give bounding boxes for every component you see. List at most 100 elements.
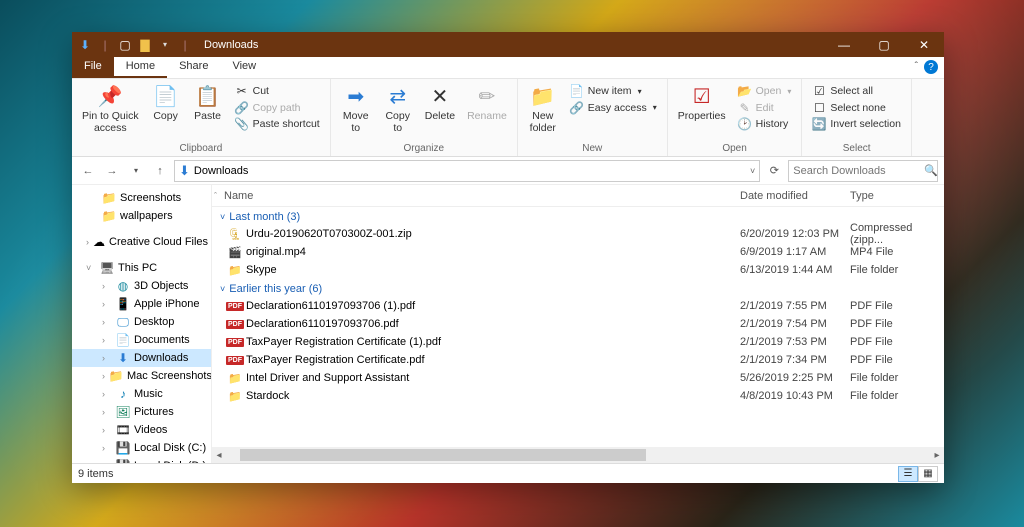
cut-button[interactable]: ✂Cut: [231, 83, 324, 100]
group-label: Earlier this year (6): [229, 283, 322, 295]
sidebar-item-this-pc[interactable]: ˅🖥This PC: [72, 259, 211, 277]
sidebar-item-label: Videos: [134, 424, 167, 436]
back-button[interactable]: ←: [78, 161, 98, 181]
file-row[interactable]: 🗜Urdu-20190620T070300Z-001.zip6/20/2019 …: [212, 225, 944, 243]
refresh-button[interactable]: ⟳: [764, 161, 784, 181]
file-row[interactable]: 📁Intel Driver and Support Assistant5/26/…: [212, 369, 944, 387]
column-header-date[interactable]: Date modified: [740, 190, 808, 202]
chevron-right-icon[interactable]: ›: [86, 237, 89, 247]
scroll-left-icon[interactable]: ◂: [212, 450, 226, 461]
sidebar-item-music[interactable]: ›♪Music: [72, 385, 211, 403]
rename-button[interactable]: ✏Rename: [463, 83, 511, 125]
forward-button[interactable]: →: [102, 161, 122, 181]
select-all-button[interactable]: ☑Select all: [808, 83, 905, 100]
chevron-down-icon[interactable]: ˅: [86, 263, 96, 273]
help-icon[interactable]: ?: [924, 60, 938, 74]
sidebar-item-wallpapers[interactable]: 📁wallpapers: [72, 207, 211, 225]
file-row[interactable]: 📁Skype6/13/2019 1:44 AMFile folder: [212, 261, 944, 279]
select-none-button[interactable]: ☐Select none: [808, 100, 905, 117]
sidebar-item-pictures[interactable]: ›🖼Pictures: [72, 403, 211, 421]
folder-qat-icon[interactable]: ▇: [138, 38, 152, 52]
history-button[interactable]: 🕑History: [734, 116, 796, 133]
details-view-button[interactable]: ☰: [898, 466, 918, 482]
new-item-button[interactable]: 📄New item▾: [566, 83, 661, 100]
recent-dropdown-icon[interactable]: ▾: [126, 161, 146, 181]
sidebar-item-disk-c[interactable]: ›💾Local Disk (C:): [72, 439, 211, 457]
chevron-right-icon[interactable]: ›: [102, 317, 112, 327]
chevron-right-icon[interactable]: ›: [102, 371, 105, 381]
copy-button[interactable]: 📄 Copy: [147, 83, 185, 125]
disk-icon: 💾: [116, 441, 130, 455]
scroll-right-icon[interactable]: ▸: [930, 450, 944, 461]
open-button[interactable]: 📂Open▾: [734, 83, 796, 100]
icons-view-button[interactable]: ▦: [918, 466, 938, 482]
chevron-right-icon[interactable]: ›: [102, 335, 112, 345]
delete-button[interactable]: ✕Delete: [421, 83, 459, 125]
minimize-button[interactable]: —: [824, 32, 864, 57]
chevron-right-icon[interactable]: ›: [102, 407, 112, 417]
search-icon[interactable]: 🔍: [924, 164, 938, 177]
group-label-new: New: [524, 143, 661, 154]
sort-indicator-icon[interactable]: ˆ: [214, 191, 217, 201]
sidebar-item-disk-d[interactable]: ›💾Local Disk (D:): [72, 457, 211, 463]
file-row[interactable]: PDFDeclaration6110197093706 (1).pdf2/1/2…: [212, 297, 944, 315]
desktop-icon: 🖵: [116, 315, 130, 329]
chevron-right-icon[interactable]: ›: [102, 425, 112, 435]
sidebar-item-downloads[interactable]: ›⬇Downloads: [72, 349, 211, 367]
edit-button[interactable]: ✎Edit: [734, 100, 796, 117]
scrollbar-track[interactable]: [240, 449, 916, 461]
qat-dropdown-icon[interactable]: ▾: [158, 38, 172, 52]
column-header-type[interactable]: Type: [850, 190, 874, 202]
file-icon[interactable]: ▢: [118, 38, 132, 52]
move-to-button[interactable]: ➡Move to: [337, 83, 375, 136]
collapse-ribbon-icon[interactable]: ˆ: [915, 61, 918, 72]
properties-button[interactable]: ☑Properties: [674, 83, 730, 125]
pin-to-quick-access-button[interactable]: 📌 Pin to Quick access: [78, 83, 143, 136]
invert-selection-button[interactable]: 🔄Invert selection: [808, 116, 905, 133]
file-row[interactable]: PDFTaxPayer Registration Certificate.pdf…: [212, 351, 944, 369]
search-input[interactable]: [788, 160, 938, 182]
chevron-right-icon[interactable]: ›: [102, 443, 112, 453]
history-chevron-icon[interactable]: ˅: [750, 166, 755, 176]
easy-access-button[interactable]: 🔗Easy access▾: [566, 100, 661, 117]
chevron-right-icon[interactable]: ›: [102, 461, 112, 463]
chevron-right-icon[interactable]: ›: [102, 389, 112, 399]
breadcrumb[interactable]: ⬇ Downloads ˅: [174, 160, 760, 182]
file-row[interactable]: 📁Stardock4/8/2019 10:43 PMFile folder: [212, 387, 944, 405]
paste-shortcut-button[interactable]: 📎Paste shortcut: [231, 116, 324, 133]
horizontal-scrollbar[interactable]: ◂ ▸: [212, 447, 944, 463]
chevron-right-icon[interactable]: ›: [102, 281, 112, 291]
copy-path-button[interactable]: 🔗Copy path: [231, 100, 324, 117]
file-row[interactable]: 🎬original.mp46/9/2019 1:17 AMMP4 File: [212, 243, 944, 261]
sidebar-item-creative-cloud[interactable]: ›☁Creative Cloud Files: [72, 233, 211, 251]
down-arrow-icon[interactable]: ⬇: [78, 38, 92, 52]
sidebar-item-videos[interactable]: ›🎞Videos: [72, 421, 211, 439]
paste-button[interactable]: 📋 Paste: [189, 83, 227, 125]
maximize-button[interactable]: ▢: [864, 32, 904, 57]
column-header-name[interactable]: Name: [224, 190, 253, 202]
new-folder-button[interactable]: 📁New folder: [524, 83, 562, 136]
sidebar-item-mac-screenshots[interactable]: ›📁Mac Screenshots: [72, 367, 211, 385]
copyto-label: Copy to: [385, 111, 410, 134]
tab-home[interactable]: Home: [114, 57, 167, 78]
close-button[interactable]: ✕: [904, 32, 944, 57]
file-date: 2/1/2019 7:34 PM: [740, 354, 827, 366]
sidebar-item-desktop[interactable]: ›🖵Desktop: [72, 313, 211, 331]
scrollbar-thumb[interactable]: [240, 449, 646, 461]
sidebar-item-3d-objects[interactable]: ›◍3D Objects: [72, 277, 211, 295]
cloud-icon: ☁: [93, 235, 105, 249]
tab-file[interactable]: File: [72, 57, 114, 78]
file-row[interactable]: PDFTaxPayer Registration Certificate (1)…: [212, 333, 944, 351]
chevron-right-icon[interactable]: ›: [102, 299, 112, 309]
sidebar-item-iphone[interactable]: ›📱Apple iPhone: [72, 295, 211, 313]
group-header[interactable]: ˅Last month (3): [212, 207, 944, 225]
up-button[interactable]: ↑: [150, 161, 170, 181]
group-header[interactable]: ˅Earlier this year (6): [212, 279, 944, 297]
chevron-right-icon[interactable]: ›: [102, 353, 112, 363]
sidebar-item-documents[interactable]: ›📄Documents: [72, 331, 211, 349]
sidebar-item-screenshots[interactable]: 📁Screenshots: [72, 189, 211, 207]
tab-view[interactable]: View: [220, 57, 268, 78]
file-row[interactable]: PDFDeclaration6110197093706.pdf2/1/2019 …: [212, 315, 944, 333]
copy-to-button[interactable]: ⇄Copy to: [379, 83, 417, 136]
tab-share[interactable]: Share: [167, 57, 220, 78]
